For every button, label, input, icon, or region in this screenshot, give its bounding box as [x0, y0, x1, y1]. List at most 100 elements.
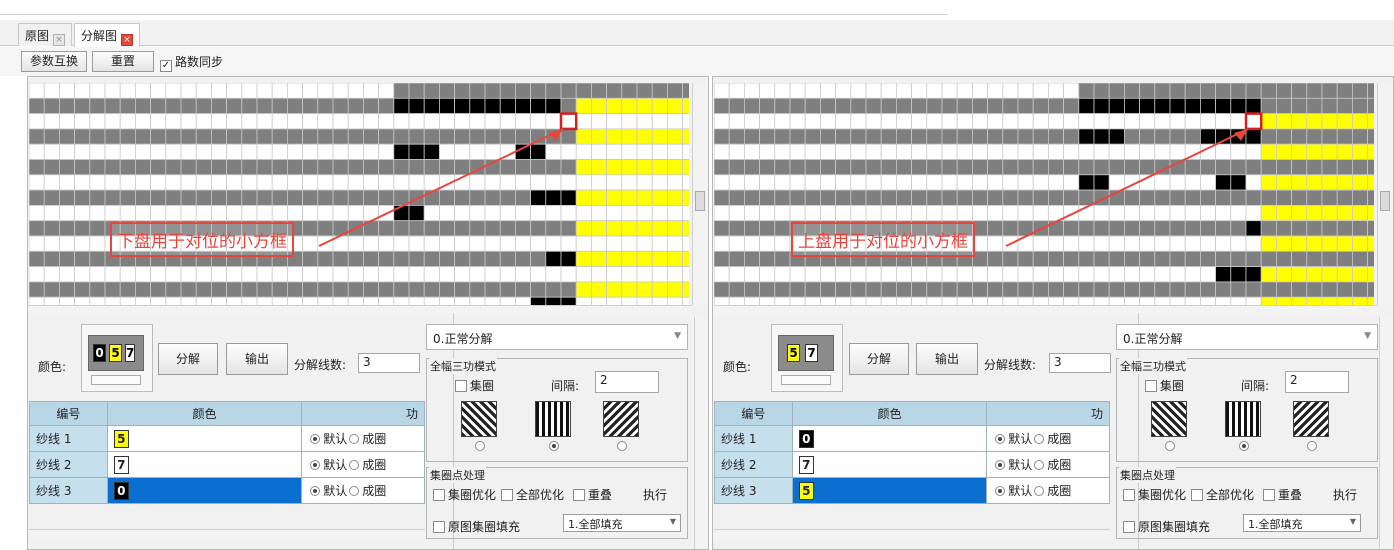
grid-cell[interactable]	[271, 174, 288, 191]
grid-cell[interactable]	[362, 235, 379, 252]
grid-cell[interactable]	[880, 83, 897, 99]
grid-cell[interactable]	[499, 220, 516, 237]
grid-cell[interactable]	[89, 83, 106, 99]
grid-cell[interactable]	[682, 97, 689, 115]
grid-cell[interactable]	[58, 220, 75, 237]
pattern-radio-3[interactable]	[1307, 441, 1317, 451]
grid-cell[interactable]	[150, 266, 167, 283]
grid-cell[interactable]	[408, 220, 425, 237]
tab-original[interactable]: 原图 ×	[18, 23, 73, 46]
grid-cell[interactable]	[651, 113, 668, 130]
grid-cell[interactable]	[378, 235, 395, 252]
grid-cell[interactable]	[1321, 189, 1338, 206]
grid-cell[interactable]	[484, 174, 501, 191]
grid-cell[interactable]	[621, 266, 638, 283]
grid-cell[interactable]	[347, 97, 364, 115]
grid-cell[interactable]	[150, 97, 167, 115]
grid-cell[interactable]	[1108, 220, 1125, 237]
grid-cell[interactable]	[1032, 281, 1049, 298]
grid-cell[interactable]	[743, 266, 760, 283]
grid-cell[interactable]	[911, 281, 928, 298]
grid-cell[interactable]	[575, 281, 592, 298]
grid-cell[interactable]	[393, 220, 410, 237]
grid-cell[interactable]	[530, 143, 547, 160]
grid-cell[interactable]	[332, 189, 349, 206]
grid-cell[interactable]	[545, 189, 562, 206]
grid-cell[interactable]	[484, 143, 501, 160]
all-opt-checkbox[interactable]: 全部优化	[1191, 486, 1254, 503]
grid-cell[interactable]	[971, 174, 988, 191]
grid-cell[interactable]	[1002, 159, 1019, 176]
grid-cell[interactable]	[150, 113, 167, 130]
grid-cell[interactable]	[880, 143, 897, 160]
grid-cell[interactable]	[682, 235, 689, 252]
grid-cell[interactable]	[271, 83, 288, 99]
grid-cell[interactable]	[1184, 205, 1201, 222]
grid-cell[interactable]	[941, 128, 958, 145]
grid-cell[interactable]	[911, 113, 928, 130]
grid-cell[interactable]	[514, 250, 531, 268]
grid-cell[interactable]	[1093, 174, 1110, 191]
grid-cell[interactable]	[1306, 159, 1323, 176]
grid-cell[interactable]	[560, 143, 577, 160]
grid-cell[interactable]	[1002, 281, 1019, 298]
grid-cell[interactable]	[728, 205, 745, 222]
grid-canvas[interactable]	[714, 83, 1374, 305]
grid-cell[interactable]	[956, 281, 973, 298]
grid-cell[interactable]	[484, 250, 501, 268]
grid-cell[interactable]	[302, 113, 319, 130]
grid-cell[interactable]	[1078, 281, 1095, 298]
grid-cell[interactable]	[1291, 235, 1308, 252]
grid-cell[interactable]	[530, 97, 547, 115]
grid-cell[interactable]	[210, 113, 227, 130]
grid-cell[interactable]	[1078, 159, 1095, 176]
grid-cell[interactable]	[1367, 113, 1374, 130]
grid-cell[interactable]	[514, 174, 531, 191]
grid-cell[interactable]	[438, 113, 455, 130]
grid-cell[interactable]	[210, 205, 227, 222]
grid-cell[interactable]	[682, 296, 689, 305]
grid-cell[interactable]	[210, 143, 227, 160]
grid-cell[interactable]	[728, 296, 745, 305]
grid-cell[interactable]	[241, 189, 258, 206]
grid-cell[interactable]	[1291, 281, 1308, 298]
grid-cell[interactable]	[58, 281, 75, 298]
grid-cell[interactable]	[1047, 128, 1064, 145]
grid-cell[interactable]	[1199, 159, 1216, 176]
table-horizontal-scrollbar[interactable]	[714, 529, 1110, 541]
swatch-7[interactable]: 7	[805, 344, 818, 362]
grid-cell[interactable]	[1260, 113, 1277, 130]
grid-cell[interactable]	[256, 113, 273, 130]
grid-cell[interactable]	[926, 296, 943, 305]
grid-cell[interactable]	[393, 143, 410, 160]
grid-cell[interactable]	[1108, 159, 1125, 176]
grid-cell[interactable]	[636, 220, 653, 237]
grid-cell[interactable]	[302, 235, 319, 252]
tab-decomposition[interactable]: 分解图 ×	[74, 23, 141, 47]
grid-cell[interactable]	[393, 250, 410, 268]
grid-cell[interactable]	[165, 266, 182, 283]
grid-cell[interactable]	[743, 235, 760, 252]
grid-cell[interactable]	[1184, 296, 1201, 305]
grid-cell[interactable]	[759, 250, 776, 268]
grid-cell[interactable]	[150, 205, 167, 222]
grid-cell[interactable]	[820, 83, 837, 99]
grid-cell[interactable]	[1230, 113, 1247, 130]
grid-cell[interactable]	[774, 113, 791, 130]
grid-cell[interactable]	[43, 281, 60, 298]
grid-cell[interactable]	[1108, 113, 1125, 130]
grid-cell[interactable]	[1336, 281, 1353, 298]
grid-cell[interactable]	[895, 128, 912, 145]
radio-default[interactable]	[995, 486, 1006, 496]
table-row[interactable]: 纱线 1 0 默认 成圈	[714, 425, 1110, 452]
grid-cell[interactable]	[1123, 159, 1140, 176]
grid-cell[interactable]	[1276, 235, 1293, 252]
knit-grid-lower[interactable]	[29, 83, 689, 305]
radio-tuck[interactable]	[349, 486, 360, 496]
grid-cell[interactable]	[1215, 235, 1232, 252]
grid-cell[interactable]	[1078, 83, 1095, 99]
grid-cell[interactable]	[1276, 205, 1293, 222]
grid-cell[interactable]	[332, 174, 349, 191]
grid-cell[interactable]	[210, 266, 227, 283]
grid-cell[interactable]	[971, 128, 988, 145]
